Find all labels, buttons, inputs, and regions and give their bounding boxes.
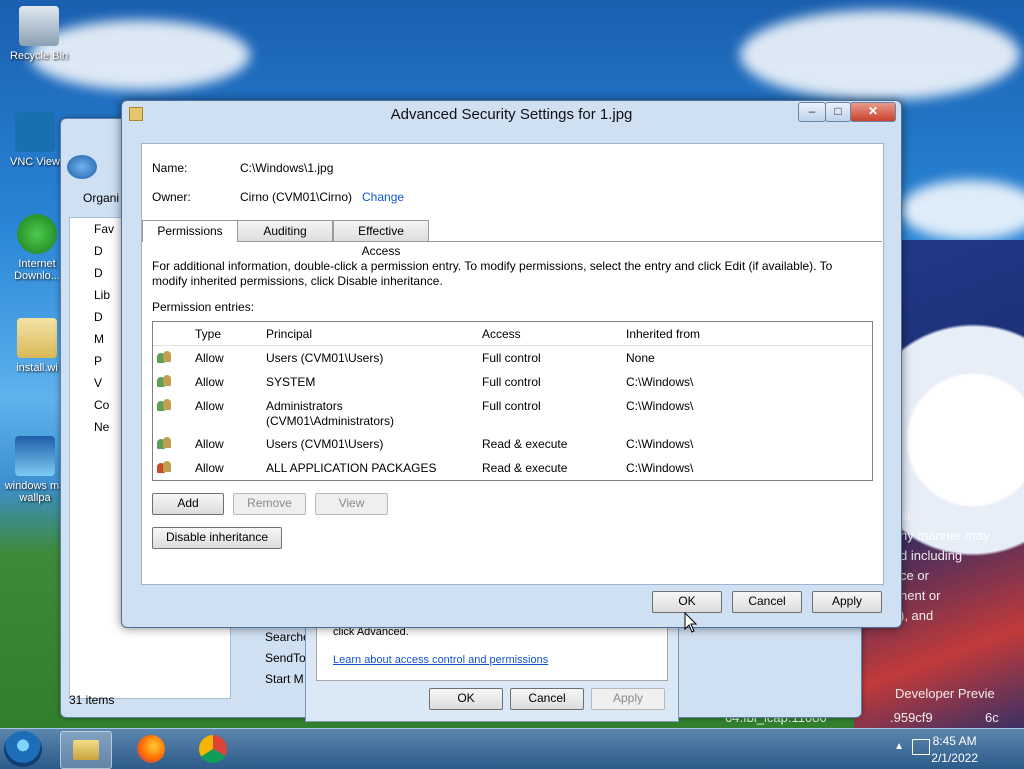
permission-entries-label: Permission entries:	[152, 300, 255, 314]
disable-inheritance-button[interactable]: Disable inheritance	[152, 527, 282, 549]
folder-icon	[73, 740, 99, 760]
table-row[interactable]: Allow Users (CVM01\Users) Full control N…	[153, 346, 872, 368]
users-icon	[157, 399, 171, 411]
dialog-title: Advanced Security Settings for 1.jpg	[390, 106, 633, 123]
users-icon	[157, 351, 171, 363]
change-owner-link[interactable]: Change	[362, 190, 404, 204]
wallpaper-text: 6c	[985, 710, 999, 725]
status-bar-count: 31 items	[69, 693, 115, 707]
cloud	[740, 10, 1020, 100]
name-label: Name:	[152, 161, 188, 175]
view-button[interactable]: View	[315, 493, 388, 515]
name-value: C:\Windows\1.jpg	[240, 161, 334, 175]
minimize-button[interactable]: –	[798, 102, 826, 122]
owner-value: Cirno (CVM01\Cirno)	[240, 190, 353, 204]
taskbar-firefox[interactable]	[126, 731, 176, 767]
wallpaper-text: al ny manner may d including ce or nent …	[900, 508, 990, 623]
advanced-security-dialog: Advanced Security Settings for 1.jpg – □…	[121, 100, 902, 628]
system-clock[interactable]: 8:45 AM 2/1/2022	[931, 733, 978, 767]
users-icon	[157, 375, 171, 387]
wallpaper-text: Developer Previe	[895, 686, 995, 701]
table-row[interactable]: Allow Administrators (CVM01\Administrato…	[153, 394, 872, 430]
remove-button[interactable]: Remove	[233, 493, 306, 515]
list-item[interactable]: Searche	[265, 627, 310, 648]
column-access[interactable]: Access	[482, 327, 521, 341]
download-manager-icon	[17, 214, 57, 254]
image-icon	[15, 436, 55, 476]
tab-permissions[interactable]: Permissions	[142, 220, 238, 242]
taskbar-explorer[interactable]	[60, 731, 112, 769]
taskbar-chrome[interactable]	[188, 731, 238, 767]
table-row[interactable]: Allow SYSTEM Full control C:\Windows\	[153, 370, 872, 392]
back-icon[interactable]	[67, 155, 97, 179]
permission-entries-table: Type Principal Access Inherited from All…	[152, 321, 873, 481]
column-principal[interactable]: Principal	[266, 327, 312, 341]
apply-button[interactable]: Apply	[812, 591, 882, 613]
column-type[interactable]: Type	[195, 327, 221, 341]
app-packages-icon	[157, 461, 171, 473]
network-icon[interactable]	[912, 739, 930, 755]
info-text-line2: modify inherited permissions, click Disa…	[152, 274, 443, 288]
table-row[interactable]: Allow ALL APPLICATION PACKAGES Read & ex…	[153, 456, 872, 478]
owner-label: Owner:	[152, 190, 191, 204]
properties-apply-button[interactable]: Apply	[591, 688, 665, 710]
taskbar: ▲ 8:45 AM 2/1/2022	[0, 728, 1024, 769]
table-header: Type Principal Access Inherited from	[153, 322, 872, 346]
desktop-icon-recycle-bin[interactable]: Recycle Bin	[4, 6, 74, 62]
users-icon	[157, 437, 171, 449]
list-item[interactable]: SendTo	[265, 648, 310, 669]
firefox-icon	[137, 735, 165, 763]
cancel-button[interactable]: Cancel	[732, 591, 802, 613]
folder-icon	[17, 318, 57, 358]
column-inherited[interactable]: Inherited from	[626, 327, 700, 341]
tab-auditing[interactable]: Auditing	[237, 220, 333, 241]
chrome-icon	[199, 735, 227, 763]
start-button[interactable]	[4, 731, 42, 767]
tab-effective-access[interactable]: Effective Access	[333, 220, 429, 258]
file-list: Searche SendTo Start M	[265, 627, 310, 690]
info-text-line1: For additional information, double-click…	[152, 259, 833, 273]
properties-ok-button[interactable]: OK	[429, 688, 503, 710]
show-hidden-icons-icon[interactable]: ▲	[894, 741, 904, 752]
cloud	[900, 180, 1024, 240]
list-item[interactable]: Start M	[265, 669, 310, 690]
maximize-button[interactable]: □	[825, 102, 851, 122]
add-button[interactable]: Add	[152, 493, 224, 515]
vnc-icon	[15, 112, 55, 152]
organize-button[interactable]: Organi	[83, 191, 119, 205]
close-button[interactable]: ✕	[850, 102, 896, 122]
wallpaper-text: .959cf9	[890, 710, 933, 725]
table-row[interactable]: Allow Users (CVM01\Users) Read & execute…	[153, 432, 872, 454]
ok-button[interactable]: OK	[652, 591, 722, 613]
properties-cancel-button[interactable]: Cancel	[510, 688, 584, 710]
learn-access-link[interactable]: Learn about access control and permissio…	[333, 654, 548, 666]
mouse-cursor-icon	[684, 612, 698, 633]
recycle-bin-icon	[19, 6, 59, 46]
